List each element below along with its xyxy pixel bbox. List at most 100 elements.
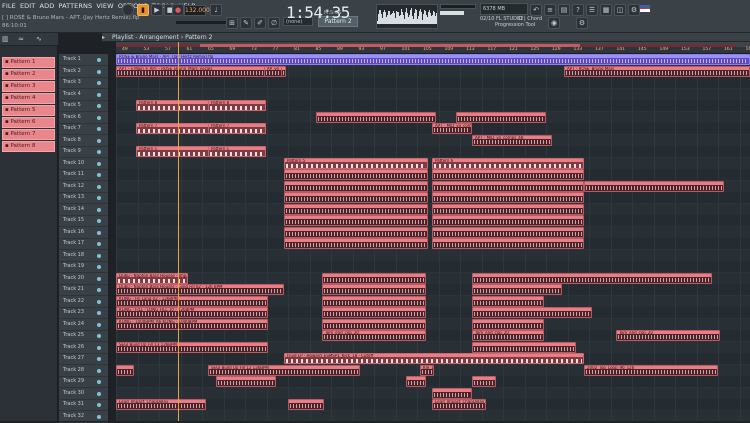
playlist-clip[interactable] [116, 365, 134, 376]
settings-icon[interactable]: ⚙ [576, 17, 588, 29]
track-lane[interactable] [116, 250, 750, 262]
track-mute-led[interactable] [97, 231, 101, 235]
track-lane[interactable] [116, 77, 750, 89]
playlist-clip[interactable] [456, 112, 546, 123]
playlist-clip[interactable] [432, 181, 584, 192]
snap-icon[interactable]: ⊞ [226, 17, 238, 29]
track-header[interactable]: Track 17 [59, 238, 108, 250]
track-header[interactable]: Track 7 [59, 123, 108, 135]
track-header[interactable]: Track 29 [59, 376, 108, 388]
playlist-clip[interactable] [432, 227, 584, 238]
playlist-clip[interactable] [284, 227, 428, 238]
track-mute-led[interactable] [97, 415, 101, 419]
track-mute-led[interactable] [97, 323, 101, 327]
piano-roll-icon[interactable]: ▤ [558, 4, 570, 16]
playlist-clip[interactable]: Lead_Impact_ChapDelay [116, 399, 206, 410]
playlist-clip[interactable]: SEGI Build Up Fill 13 126BPM [116, 342, 268, 353]
track-header[interactable]: Track 18 [59, 250, 108, 262]
track-header[interactable]: Track 12 [59, 181, 108, 193]
playlist-clip[interactable]: APT - ROSE_Bruno Mars [564, 66, 750, 77]
track-header[interactable]: Track 6 [59, 112, 108, 124]
track-header[interactable]: Track 23 [59, 307, 108, 319]
playlist-clip[interactable] [432, 238, 584, 249]
playlist-clip[interactable]: ROSÉ & Bruno Mars - APT. (Jay Hertz Remi… [116, 54, 750, 65]
track-header[interactable]: Track 16 [59, 227, 108, 239]
playlist-clip[interactable] [472, 284, 562, 295]
track-header[interactable]: Track 21 [59, 284, 108, 296]
playlist-clip[interactable] [472, 296, 544, 307]
playlist-clip[interactable] [284, 169, 428, 180]
playlist-clip[interactable]: AP_vo [264, 66, 282, 77]
playlist-clip[interactable] [284, 181, 428, 192]
playhead[interactable] [178, 42, 179, 421]
scrollbar-thumb[interactable] [200, 44, 580, 47]
track-header[interactable]: Track 31 [59, 399, 108, 411]
track-mute-led[interactable] [97, 173, 101, 177]
track-lane[interactable] [116, 89, 750, 101]
playlist-clip[interactable] [432, 388, 472, 399]
track-mute-led[interactable] [97, 254, 101, 258]
playlist-clip[interactable] [472, 273, 712, 284]
menu-add[interactable]: ADD [40, 2, 55, 10]
track-lane[interactable] [116, 135, 750, 147]
track-header[interactable]: Track 11 [59, 169, 108, 181]
menu-patterns[interactable]: PATTERNS [58, 2, 92, 10]
track-mute-led[interactable] [97, 369, 101, 373]
playlist-clip[interactable]: Pattern 8 [208, 100, 266, 111]
track-mute-led[interactable] [97, 70, 101, 74]
track-header[interactable]: Track 13 [59, 192, 108, 204]
mixer-icon[interactable]: ≡ [544, 4, 556, 16]
playlist-clip[interactable] [284, 192, 428, 203]
track-header[interactable]: Track 15 [59, 215, 108, 227]
track-header[interactable]: Track 26 [59, 342, 108, 354]
track-mute-led[interactable] [97, 311, 101, 315]
track-header[interactable]: Track 3 [59, 77, 108, 89]
playlist-clip[interactable]: Pattern 6 [432, 158, 584, 169]
playlist-clip[interactable]: Pattern 5 [284, 158, 428, 169]
playlist-clip[interactable] [284, 238, 428, 249]
track-mute-led[interactable] [97, 403, 101, 407]
menu-file[interactable]: FILE [2, 2, 16, 10]
track-header[interactable]: Track 5 [59, 100, 108, 112]
playlist-clip[interactable]: APT - MID_vo_comps [432, 123, 472, 134]
pattern-item[interactable]: ▪ Pattern 2 [2, 69, 55, 80]
playlist-clip[interactable] [288, 399, 324, 410]
track-mute-led[interactable] [97, 208, 101, 212]
pattern-item[interactable]: ▪ Pattern 8 [2, 141, 55, 152]
track-mute-led[interactable] [97, 357, 101, 361]
audio-clip-icon[interactable]: ≈ [18, 34, 24, 44]
track-header[interactable]: Track 20 [59, 273, 108, 285]
track-mute-led[interactable] [97, 139, 101, 143]
automation-icon[interactable]: ∿ [36, 34, 42, 44]
playlist-clip[interactable] [284, 215, 428, 226]
track-header[interactable]: Track 14 [59, 204, 108, 216]
pattern-item[interactable]: ▪ Pattern 5 [2, 105, 55, 116]
playlist-clip[interactable]: KLING - Fill Long 02 - 126BPM [116, 296, 268, 307]
playlist-titlebar[interactable]: ▸ Playlist - Arrangement › Pattern 2 [102, 33, 750, 42]
playlist-clip[interactable]: APT - MID_vo_comps_48 [472, 135, 552, 146]
track-mute-led[interactable] [97, 116, 101, 120]
mute-icon[interactable]: ∅ [268, 17, 280, 29]
track-header[interactable]: Track 24 [59, 319, 108, 331]
track-lane[interactable] [116, 261, 750, 273]
pattern-item[interactable]: ▪ Pattern 7 [2, 129, 55, 140]
playlist-clip[interactable] [322, 307, 426, 318]
playlist-clip[interactable]: SEGI Build Up Fill 12 126BPM [208, 365, 360, 376]
track-mute-led[interactable] [97, 346, 101, 350]
track-header[interactable]: Track 1 [59, 54, 108, 66]
pattern-item[interactable]: ▪ Pattern 1 [2, 57, 55, 68]
track-header[interactable]: Track 27 [59, 353, 108, 365]
pencil-icon[interactable]: ✎ [240, 17, 252, 29]
playlist-clip[interactable] [472, 319, 544, 330]
playlist-clip[interactable] [432, 192, 584, 203]
track-mute-led[interactable] [97, 93, 101, 97]
track-header[interactable]: Track 30 [59, 388, 108, 400]
playlist-clip[interactable] [432, 169, 584, 180]
playlist-grid[interactable]: ROSÉ & Bruno Mars - APT. (Jay Hertz Remi… [116, 54, 750, 421]
playlist-clip[interactable]: Pattern 7 [208, 123, 266, 134]
playlist-clip[interactable]: Kle_18 [420, 365, 434, 376]
track-mute-led[interactable] [97, 196, 101, 200]
master-volume-knob[interactable] [122, 4, 134, 16]
plugin-icon[interactable]: ⚙ [628, 4, 640, 16]
track-lane[interactable] [116, 376, 750, 388]
